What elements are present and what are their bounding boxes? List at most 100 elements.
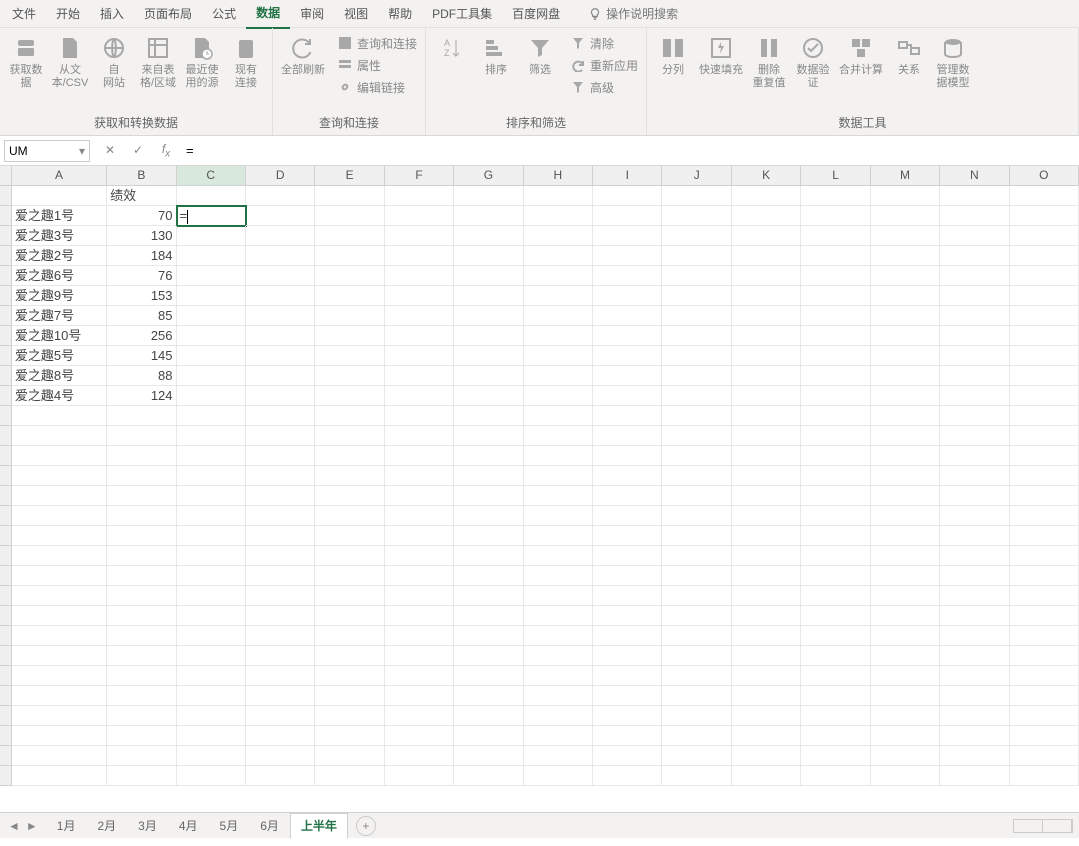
cell-O10[interactable] [1010, 366, 1079, 386]
cell-B19[interactable] [107, 546, 176, 566]
cell-A10[interactable]: 爱之趣8号 [12, 366, 107, 386]
cell-N27[interactable] [940, 706, 1009, 726]
cell-B22[interactable] [107, 606, 176, 626]
cell-M3[interactable] [871, 226, 940, 246]
cell-B4[interactable]: 184 [107, 246, 176, 266]
cell-B7[interactable]: 85 [107, 306, 176, 326]
cell-N16[interactable] [940, 486, 1009, 506]
horizontal-scrollbar[interactable] [376, 819, 1079, 833]
cell-K5[interactable] [732, 266, 801, 286]
col-header-A[interactable]: A [12, 166, 107, 185]
cell-K29[interactable] [732, 746, 801, 766]
cell-H19[interactable] [524, 546, 593, 566]
cell-B27[interactable] [107, 706, 176, 726]
cell-J6[interactable] [662, 286, 731, 306]
cell-G11[interactable] [454, 386, 523, 406]
cell-J5[interactable] [662, 266, 731, 286]
cell-B1[interactable]: 绩效 [107, 186, 176, 206]
queries-connections-button[interactable]: 查询和连接 [333, 32, 421, 54]
name-box[interactable]: ▾ [4, 140, 90, 162]
cell-E28[interactable] [315, 726, 384, 746]
cell-M27[interactable] [871, 706, 940, 726]
cell-D16[interactable] [246, 486, 315, 506]
cell-E22[interactable] [315, 606, 384, 626]
cell-B8[interactable]: 256 [107, 326, 176, 346]
cell-F29[interactable] [385, 746, 454, 766]
cell-D3[interactable] [246, 226, 315, 246]
cell-O18[interactable] [1010, 526, 1079, 546]
cell-L1[interactable] [801, 186, 870, 206]
filter-button[interactable]: 筛选 [518, 32, 562, 79]
cell-G4[interactable] [454, 246, 523, 266]
cell-M25[interactable] [871, 666, 940, 686]
from-table-button[interactable]: 来自表 格/区域 [136, 32, 180, 92]
cell-D1[interactable] [246, 186, 315, 206]
cell-A24[interactable] [12, 646, 107, 666]
cell-I18[interactable] [593, 526, 662, 546]
cell-I29[interactable] [593, 746, 662, 766]
cell-K1[interactable] [732, 186, 801, 206]
cell-O6[interactable] [1010, 286, 1079, 306]
cell-J3[interactable] [662, 226, 731, 246]
cell-M7[interactable] [871, 306, 940, 326]
cell-D12[interactable] [246, 406, 315, 426]
tab-review[interactable]: 审阅 [290, 0, 334, 28]
cell-A29[interactable] [12, 746, 107, 766]
cell-H6[interactable] [524, 286, 593, 306]
cell-J11[interactable] [662, 386, 731, 406]
cell-C4[interactable] [177, 246, 246, 266]
cell-N28[interactable] [940, 726, 1009, 746]
cell-F27[interactable] [385, 706, 454, 726]
cell-A8[interactable]: 爱之趣10号 [12, 326, 107, 346]
cell-L30[interactable] [801, 766, 870, 786]
cell-K14[interactable] [732, 446, 801, 466]
cell-I23[interactable] [593, 626, 662, 646]
cell-E14[interactable] [315, 446, 384, 466]
cell-K9[interactable] [732, 346, 801, 366]
cell-F2[interactable] [385, 206, 454, 226]
cell-J18[interactable] [662, 526, 731, 546]
cell-B3[interactable]: 130 [107, 226, 176, 246]
col-header-I[interactable]: I [593, 166, 662, 185]
row-header[interactable] [0, 286, 12, 306]
cell-D21[interactable] [246, 586, 315, 606]
cell-C1[interactable] [177, 186, 246, 206]
cell-C5[interactable] [177, 266, 246, 286]
cell-N14[interactable] [940, 446, 1009, 466]
cell-C17[interactable] [177, 506, 246, 526]
col-header-O[interactable]: O [1010, 166, 1079, 185]
cell-M14[interactable] [871, 446, 940, 466]
cell-B20[interactable] [107, 566, 176, 586]
sheet-tab-1月[interactable]: 1月 [46, 813, 87, 838]
cell-C30[interactable] [177, 766, 246, 786]
cell-H2[interactable] [524, 206, 593, 226]
cell-A11[interactable]: 爱之趣4号 [12, 386, 107, 406]
cell-M8[interactable] [871, 326, 940, 346]
cell-B18[interactable] [107, 526, 176, 546]
cell-F25[interactable] [385, 666, 454, 686]
sheet-prev-button[interactable]: ◄ [8, 819, 20, 833]
cell-G6[interactable] [454, 286, 523, 306]
cell-G30[interactable] [454, 766, 523, 786]
cell-I3[interactable] [593, 226, 662, 246]
cell-C27[interactable] [177, 706, 246, 726]
cell-E12[interactable] [315, 406, 384, 426]
cell-I11[interactable] [593, 386, 662, 406]
row-header[interactable] [0, 266, 12, 286]
cell-H20[interactable] [524, 566, 593, 586]
cell-G1[interactable] [454, 186, 523, 206]
cell-H22[interactable] [524, 606, 593, 626]
cell-M30[interactable] [871, 766, 940, 786]
cell-B17[interactable] [107, 506, 176, 526]
cell-J19[interactable] [662, 546, 731, 566]
cell-D6[interactable] [246, 286, 315, 306]
cell-F3[interactable] [385, 226, 454, 246]
cell-A13[interactable] [12, 426, 107, 446]
cell-A6[interactable]: 爱之趣9号 [12, 286, 107, 306]
cell-J16[interactable] [662, 486, 731, 506]
cell-J2[interactable] [662, 206, 731, 226]
cell-N25[interactable] [940, 666, 1009, 686]
chevron-down-icon[interactable]: ▾ [79, 144, 85, 158]
cell-M26[interactable] [871, 686, 940, 706]
cell-D23[interactable] [246, 626, 315, 646]
